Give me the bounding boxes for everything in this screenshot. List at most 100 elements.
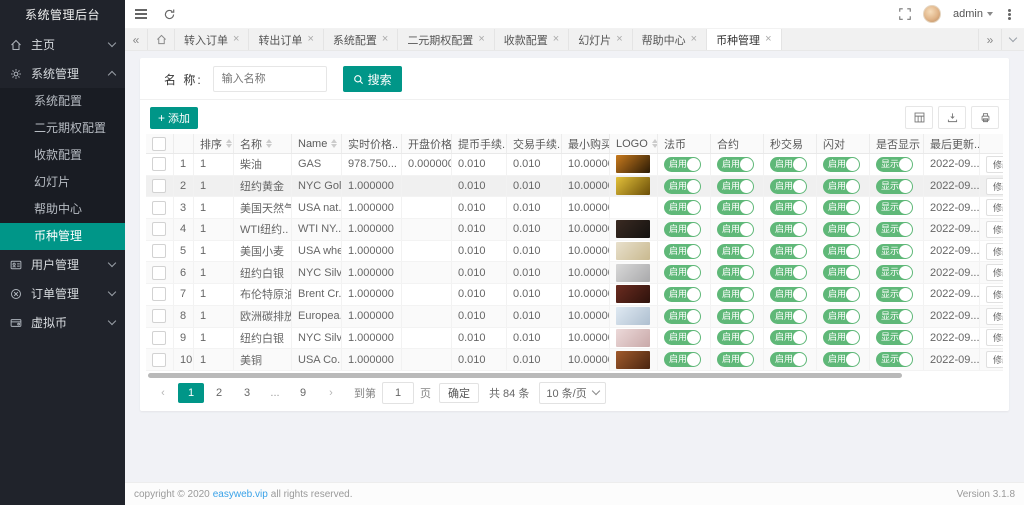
contract-toggle[interactable]: 启用 [717,330,754,345]
contract-toggle[interactable]: 启用 [717,157,754,172]
close-icon[interactable]: × [307,34,313,45]
page-button-3[interactable]: 3 [234,383,260,403]
sidebar-subitem-system-config[interactable]: 系统配置 [0,88,125,115]
contract-toggle[interactable]: 启用 [717,179,754,194]
row-checkbox[interactable] [152,201,166,215]
row-checkbox[interactable] [152,157,166,171]
flash-toggle[interactable]: 启用 [823,200,860,215]
fiat-toggle[interactable]: 启用 [664,200,701,215]
close-icon[interactable]: × [616,34,622,45]
tab-3[interactable]: 系统配置× [324,29,398,50]
user-menu[interactable]: admin [953,8,993,20]
row-checkbox[interactable] [152,244,166,258]
export-icon[interactable] [938,106,966,129]
row-checkbox[interactable] [152,222,166,236]
sort-icon[interactable] [226,139,232,148]
visible-toggle[interactable]: 显示 [876,244,913,259]
more-options-icon[interactable] [1005,13,1014,16]
row-checkbox[interactable] [152,287,166,301]
jump-page-input[interactable] [382,382,414,404]
seconds-toggle[interactable]: 启用 [770,287,807,302]
col-trade_fee[interactable]: 交易手续... [507,134,562,153]
col-min_buy[interactable]: 最小购买.. [562,134,610,153]
fiat-toggle[interactable]: 启用 [664,222,701,237]
close-icon[interactable]: × [553,34,559,45]
fiat-toggle[interactable]: 启用 [664,157,701,172]
visible-toggle[interactable]: 显示 [876,352,913,367]
seconds-toggle[interactable]: 启用 [770,200,807,215]
contract-toggle[interactable]: 启用 [717,244,754,259]
flash-toggle[interactable]: 启用 [823,330,860,345]
tab-2[interactable]: 转出订单× [249,29,323,50]
seconds-toggle[interactable]: 启用 [770,244,807,259]
user-avatar[interactable] [923,5,941,23]
refresh-icon[interactable] [163,8,176,21]
search-input[interactable] [213,66,327,92]
sidebar-subitem-help-center[interactable]: 帮助中心 [0,196,125,223]
add-button[interactable]: + 添加 [150,107,198,129]
edit-button[interactable]: 修改 [986,221,1003,238]
search-button[interactable]: 搜索 [343,66,402,92]
close-icon[interactable]: × [691,34,697,45]
visible-toggle[interactable]: 显示 [876,265,913,280]
confirm-button[interactable]: 确定 [439,383,479,403]
fiat-toggle[interactable]: 启用 [664,352,701,367]
tab-1[interactable]: 转入订单× [175,29,249,50]
edit-button[interactable]: 修改 [986,329,1003,346]
close-icon[interactable]: × [382,34,388,45]
visible-toggle[interactable]: 显示 [876,157,913,172]
edit-button[interactable]: 修改 [986,351,1003,368]
flash-toggle[interactable]: 启用 [823,265,860,280]
sidebar-item-home[interactable]: 主页 [0,30,125,59]
row-checkbox[interactable] [152,353,166,367]
sort-icon[interactable] [652,139,658,148]
seconds-toggle[interactable]: 启用 [770,157,807,172]
row-checkbox[interactable] [152,179,166,193]
horizontal-scrollbar[interactable] [148,373,902,378]
col-withdraw_fee[interactable]: 提币手续... [452,134,507,153]
seconds-toggle[interactable]: 启用 [770,309,807,324]
fiat-toggle[interactable]: 启用 [664,330,701,345]
page-button-2[interactable]: 2 [206,383,232,403]
edit-button[interactable]: 修改 [986,199,1003,216]
seconds-toggle[interactable]: 启用 [770,222,807,237]
seconds-toggle[interactable]: 启用 [770,352,807,367]
flash-toggle[interactable]: 启用 [823,309,860,324]
col-name[interactable]: 名称 [234,134,292,153]
flash-toggle[interactable]: 启用 [823,157,860,172]
col-en_name[interactable]: Name [292,134,342,153]
filter-columns-icon[interactable] [905,106,933,129]
row-checkbox[interactable] [152,331,166,345]
col-open[interactable]: 开盘价格.. [402,134,452,153]
row-checkbox[interactable] [152,266,166,280]
contract-toggle[interactable]: 启用 [717,265,754,280]
footer-link[interactable]: easyweb.vip [213,489,268,500]
flash-toggle[interactable]: 启用 [823,244,860,259]
flash-toggle[interactable]: 启用 [823,287,860,302]
sidebar-subitem-slides[interactable]: 幻灯片 [0,169,125,196]
visible-toggle[interactable]: 显示 [876,222,913,237]
visible-toggle[interactable]: 显示 [876,330,913,345]
flash-toggle[interactable]: 启用 [823,222,860,237]
prev-page-button[interactable]: ‹ [150,383,176,403]
tab-6[interactable]: 幻灯片× [569,29,632,50]
fiat-toggle[interactable]: 启用 [664,287,701,302]
flash-toggle[interactable]: 启用 [823,352,860,367]
edit-button[interactable]: 修改 [986,308,1003,325]
fullscreen-icon[interactable] [899,8,911,20]
tabs-scroll-right-icon[interactable]: » [978,29,1001,50]
flash-toggle[interactable]: 启用 [823,179,860,194]
close-icon[interactable]: × [765,34,771,45]
edit-button[interactable]: 修改 [986,264,1003,281]
row-checkbox[interactable] [152,309,166,323]
fiat-toggle[interactable]: 启用 [664,179,701,194]
tab-5[interactable]: 收款配置× [495,29,569,50]
sort-icon[interactable] [266,139,272,148]
sidebar-item-vcoin[interactable]: 虚拟币 [0,308,125,337]
close-icon[interactable]: × [233,34,239,45]
edit-button[interactable]: 修改 [986,156,1003,173]
visible-toggle[interactable]: 显示 [876,309,913,324]
next-page-button[interactable]: › [318,383,344,403]
seconds-toggle[interactable]: 启用 [770,330,807,345]
edit-button[interactable]: 修改 [986,178,1003,195]
